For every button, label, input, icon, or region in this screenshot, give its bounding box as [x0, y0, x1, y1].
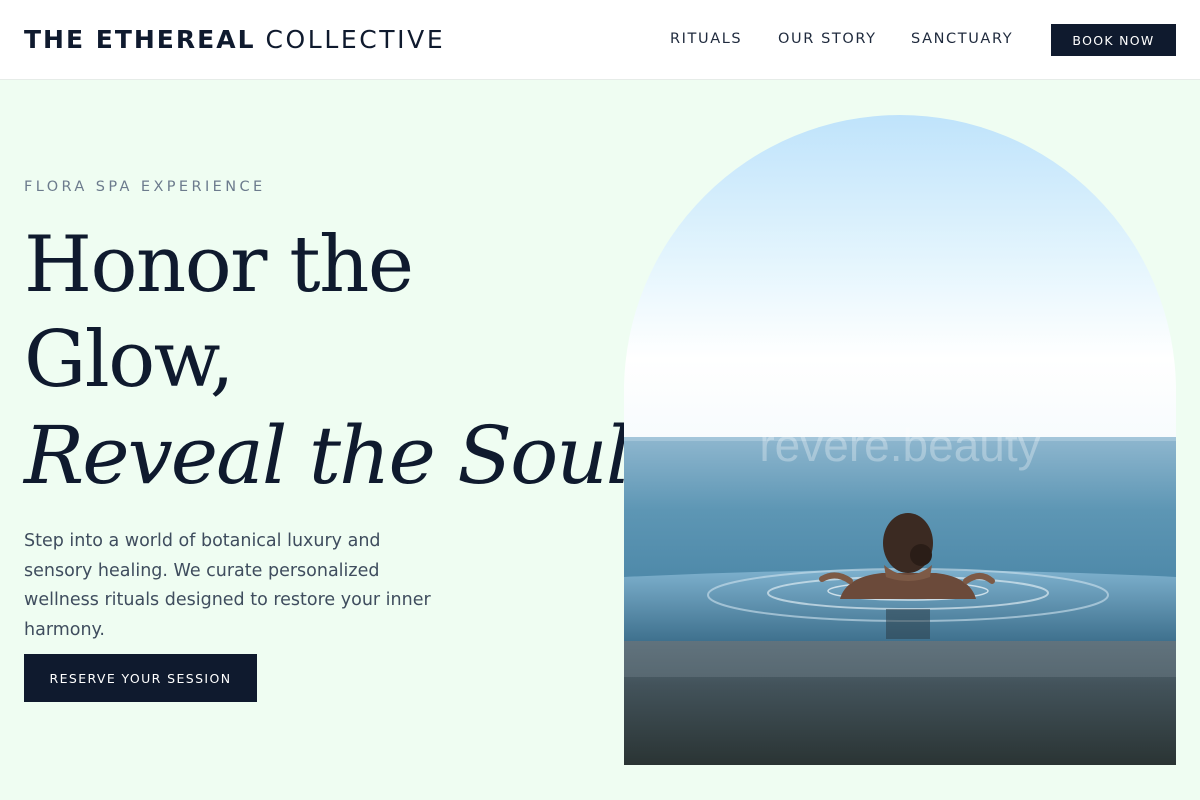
headline-line-3: Reveal the Soul.	[24, 409, 655, 502]
hero-headline: Honor the Glow, Reveal the Soul.	[24, 218, 655, 503]
nav-link-rituals[interactable]: RITUALS	[670, 31, 742, 47]
image-watermark: revere.beauty	[759, 419, 1040, 471]
nav-link-sanctuary[interactable]: SANCTUARY	[911, 31, 1013, 47]
hero-eyebrow: FLORA SPA EXPERIENCE	[24, 179, 266, 195]
headline-line-2: Glow,	[24, 315, 235, 405]
headline-line-1: Honor the	[24, 220, 414, 310]
book-now-button[interactable]: BOOK NOW	[1051, 24, 1176, 56]
brand-name-strong: THE ETHEREAL	[24, 25, 256, 54]
top-navigation: THE ETHEREAL COLLECTIVE RITUALS OUR STOR…	[0, 0, 1200, 80]
hero-description: Step into a world of botanical luxury an…	[24, 531, 431, 640]
reserve-session-button[interactable]: RESERVE YOUR SESSION	[24, 654, 257, 702]
brand-logo[interactable]: THE ETHEREAL COLLECTIVE	[24, 25, 445, 54]
nav-link-our-story[interactable]: OUR STORY	[778, 31, 877, 47]
hero-image-infinity-pool: revere.beauty	[624, 115, 1176, 765]
brand-name-light: COLLECTIVE	[265, 25, 446, 54]
